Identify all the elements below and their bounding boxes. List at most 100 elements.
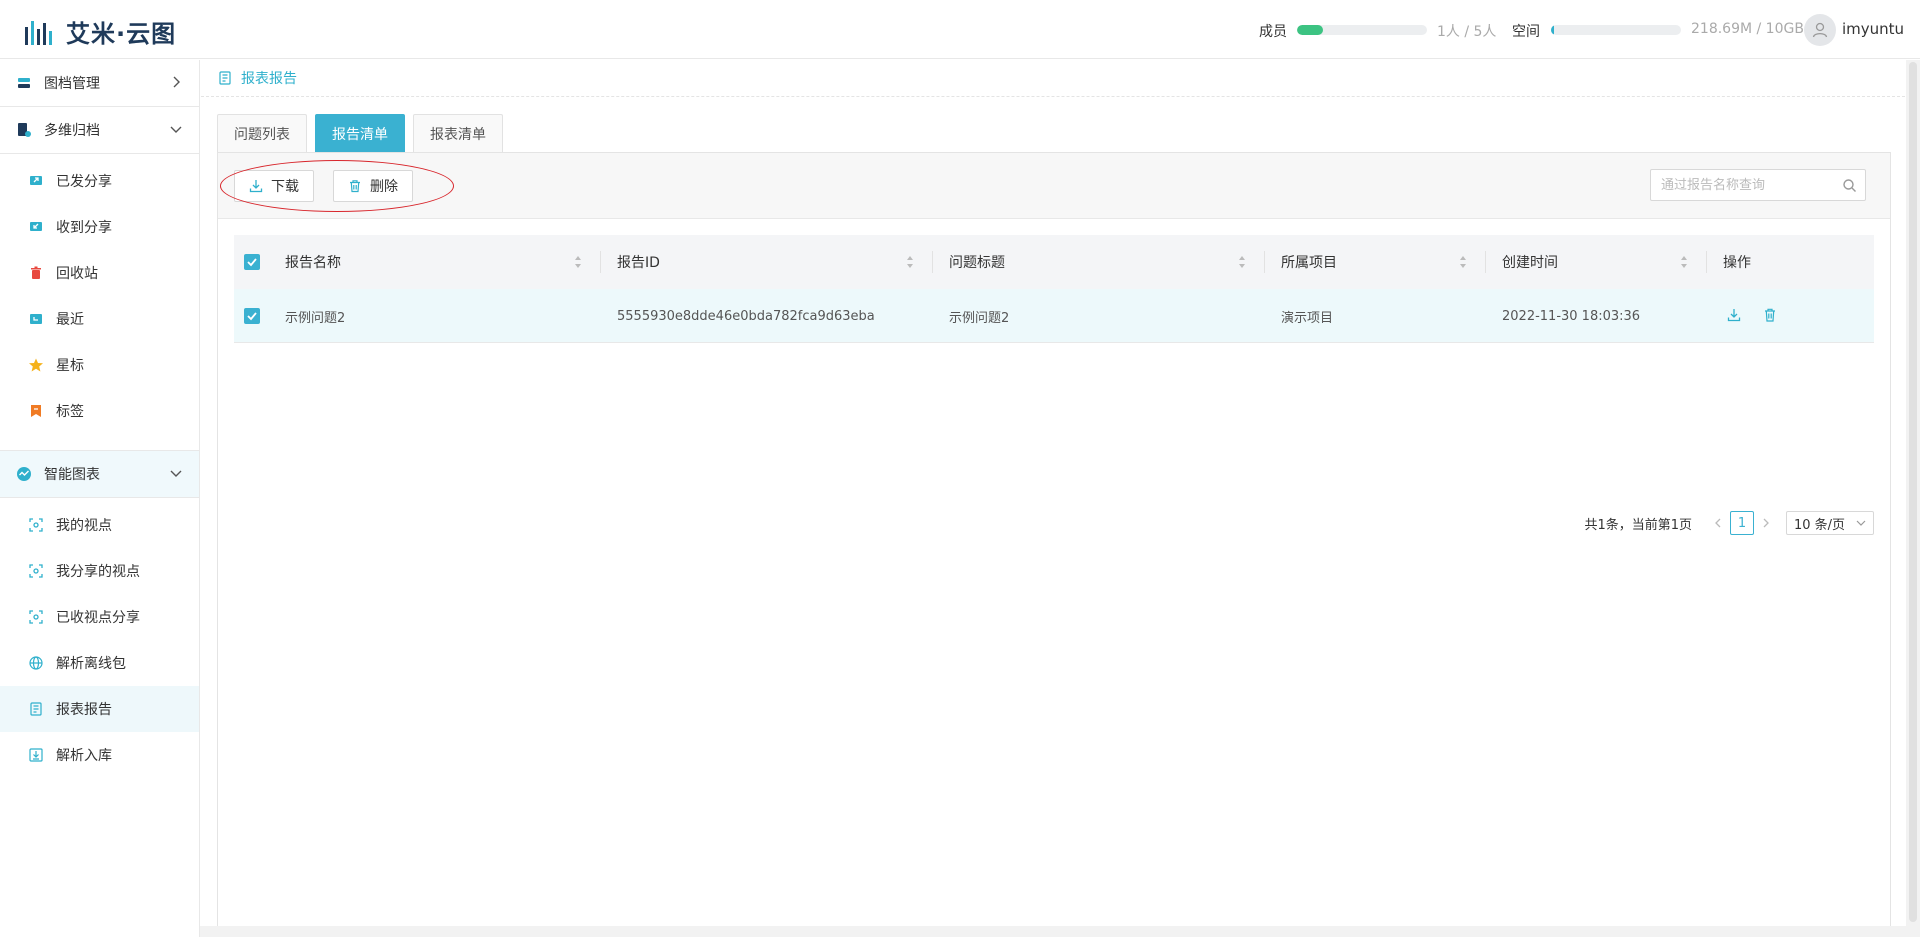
column-header-created: 创建时间 — [1502, 255, 1558, 271]
file-settings-icon — [16, 122, 32, 138]
scrollbar-thumb[interactable] — [1909, 62, 1917, 922]
tag-icon — [28, 403, 44, 419]
viewpoint-icon — [28, 563, 44, 579]
sidebar-item-label: 解析离线包 — [56, 656, 126, 672]
column-header-actions: 操作 — [1723, 255, 1751, 271]
select-all-checkbox[interactable] — [244, 254, 260, 270]
prev-page-button[interactable] — [1711, 511, 1725, 535]
sidebar-group-label: 多维归档 — [44, 123, 100, 139]
sidebar-item-offline-package[interactable]: 解析离线包 — [0, 640, 199, 686]
tab-statement-list[interactable]: 报表清单 — [413, 114, 503, 152]
logo-text: 艾米·云图 — [66, 20, 177, 48]
sort-icon[interactable] — [1238, 255, 1246, 269]
smart-chart-icon — [16, 466, 32, 482]
star-icon — [28, 357, 44, 373]
row-checkbox[interactable] — [244, 308, 260, 324]
sidebar-group-multi-archive[interactable]: 多维归档 — [0, 107, 199, 153]
column-divider — [1706, 251, 1707, 273]
report-search-box — [1650, 169, 1866, 201]
column-divider — [600, 251, 601, 273]
username[interactable]: imyuntu — [1842, 20, 1904, 38]
sidebar-item-label: 解析入库 — [56, 748, 112, 764]
recent-icon — [28, 311, 44, 327]
sidebar-group-label: 图档管理 — [44, 76, 100, 92]
column-header-title: 问题标题 — [949, 255, 1005, 271]
table-row[interactable]: 示例问题2 5555930e8dde46e0bda782fca9d63eba 示… — [234, 289, 1874, 343]
breadcrumb-current[interactable]: 报表报告 — [241, 68, 297, 88]
members-progress-fill — [1297, 25, 1323, 35]
sidebar-item-shared-out[interactable]: 已发分享 — [0, 158, 199, 204]
sidebar-item-recent[interactable]: 最近 — [0, 296, 199, 342]
sidebar-item-label: 报表报告 — [56, 702, 112, 718]
sidebar-item-shared-in[interactable]: 收到分享 — [0, 204, 199, 250]
chevron-down-icon — [170, 126, 182, 133]
logo-icon — [25, 20, 52, 45]
column-divider — [1485, 251, 1486, 273]
viewpoint-icon — [28, 517, 44, 533]
tab-report-list[interactable]: 报告清单 — [315, 114, 405, 152]
page-number-button[interactable]: 1 — [1730, 511, 1754, 535]
chevron-down-icon — [170, 470, 182, 477]
download-button[interactable]: 下载 — [234, 170, 314, 202]
sidebar-item-starred[interactable]: 星标 — [0, 342, 199, 388]
sidebar-item-label: 回收站 — [56, 266, 98, 282]
search-input[interactable] — [1651, 170, 1831, 200]
space-progress-bar — [1551, 25, 1681, 35]
sort-icon[interactable] — [574, 255, 582, 269]
sidebar-group-archive[interactable]: 图档管理 — [0, 60, 199, 106]
sidebar-item-import[interactable]: 解析入库 — [0, 732, 199, 778]
column-header-project: 所属项目 — [1281, 255, 1337, 271]
delete-button[interactable]: 删除 — [333, 170, 413, 202]
cell-report-id: 5555930e8dde46e0bda782fca9d63eba — [617, 308, 875, 324]
trash-icon — [28, 265, 44, 281]
space-progress-fill — [1551, 25, 1554, 35]
download-icon — [249, 179, 263, 193]
sidebar-item-received-viewpoints[interactable]: 已收视点分享 — [0, 594, 199, 640]
column-header-name: 报告名称 — [285, 255, 341, 271]
app-logo[interactable]: 艾米·云图 — [24, 14, 176, 49]
breadcrumb-divider — [201, 96, 1920, 97]
tab-issue-list[interactable]: 问题列表 — [217, 114, 307, 152]
sort-icon[interactable] — [1680, 255, 1688, 269]
search-icon[interactable] — [1842, 178, 1857, 193]
share-out-icon — [28, 173, 44, 189]
table-header: 报告名称 报告ID 问题标题 所属项目 创建时间 操作 — [234, 235, 1874, 289]
delete-label: 删除 — [370, 179, 398, 195]
sidebar-item-label: 我的视点 — [56, 518, 112, 534]
user-avatar[interactable] — [1804, 14, 1836, 46]
archive-icon — [16, 75, 32, 91]
page-size-value: 10 条/页 — [1794, 517, 1846, 533]
members-label: 成员 — [1259, 24, 1287, 40]
page-size-select[interactable]: 10 条/页 — [1786, 511, 1874, 535]
horizontal-scrollbar[interactable] — [200, 926, 1906, 937]
row-delete-icon[interactable] — [1762, 307, 1778, 323]
check-icon — [247, 312, 257, 321]
sidebar-item-reports[interactable]: 报表报告 — [0, 686, 199, 732]
app-header: 艾米·云图 成员 1人 / 5人 空间 218.69M / 10GB imyun… — [0, 0, 1920, 59]
pagination-total: 共1条，当前第1页 — [1584, 517, 1692, 533]
share-in-icon — [28, 219, 44, 235]
sort-icon[interactable] — [1459, 255, 1467, 269]
report-panel: 下载 删除 报告名称 报告ID — [217, 152, 1891, 937]
column-divider — [1264, 251, 1265, 273]
row-download-icon[interactable] — [1726, 307, 1742, 323]
members-progress-bar — [1297, 25, 1427, 35]
sidebar-item-my-viewpoints[interactable]: 我的视点 — [0, 502, 199, 548]
column-header-id: 报告ID — [617, 255, 660, 271]
next-page-button[interactable] — [1759, 511, 1773, 535]
space-label: 空间 — [1512, 24, 1540, 40]
sidebar-item-tags[interactable]: 标签 — [0, 388, 199, 434]
sidebar-item-label: 星标 — [56, 358, 84, 374]
chevron-right-icon — [173, 76, 180, 88]
sidebar-group-smart-chart[interactable]: 智能图表 — [0, 451, 199, 497]
sidebar-item-label: 收到分享 — [56, 220, 112, 236]
sidebar-item-recycle-bin[interactable]: 回收站 — [0, 250, 199, 296]
column-divider — [932, 251, 933, 273]
vertical-scrollbar[interactable] — [1906, 60, 1920, 937]
sidebar-item-label: 标签 — [56, 404, 84, 420]
user-icon — [1812, 22, 1828, 38]
trash-icon — [348, 179, 362, 193]
sort-icon[interactable] — [906, 255, 914, 269]
sidebar-item-my-shared-viewpoints[interactable]: 我分享的视点 — [0, 548, 199, 594]
tab-bar: 问题列表 报告清单 报表清单 — [217, 114, 511, 152]
